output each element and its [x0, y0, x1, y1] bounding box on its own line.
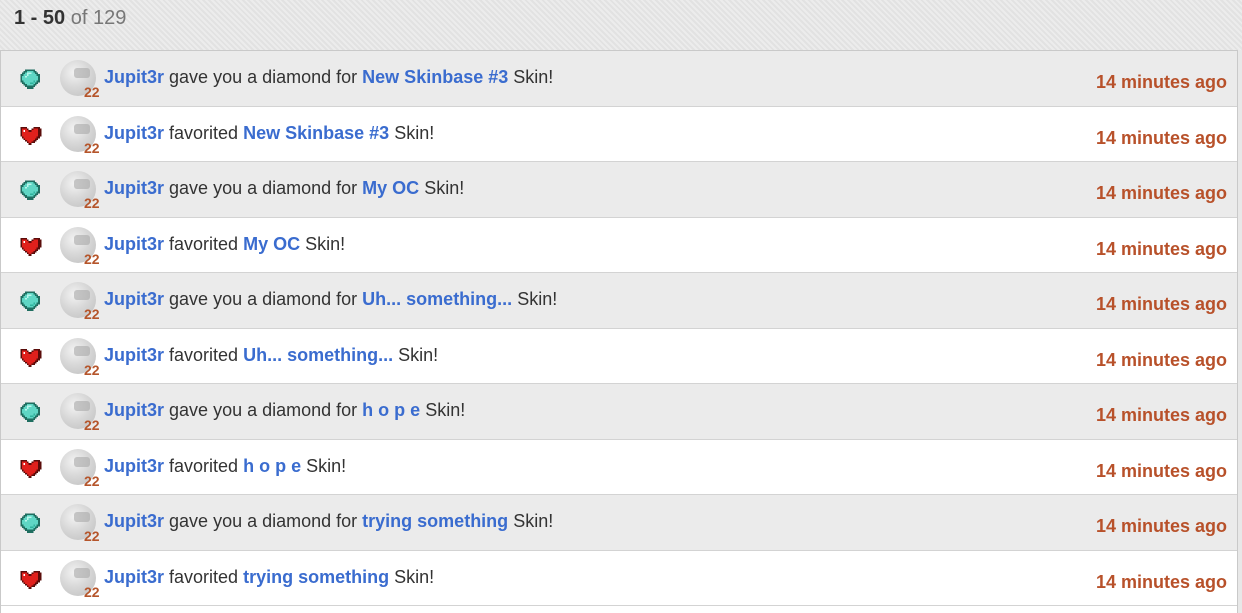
action-text: gave you a diamond for [169, 511, 358, 531]
skin-link[interactable]: New Skinbase #3 [362, 67, 508, 87]
heart-icon [17, 344, 43, 370]
action-text: favorited [169, 122, 239, 143]
diamond-icon [17, 510, 43, 536]
skin-link[interactable]: h o p e [243, 456, 301, 476]
notification-text: Jupit3r favorited trying something Skin! [104, 567, 434, 587]
action-text: gave you a diamond for [169, 67, 358, 87]
notification-row: 22 Jupit3r gave you a diamond for Uh... … [1, 273, 1237, 329]
notification-row: 22 Jupit3r gave you a diamond for h o p … [1, 384, 1237, 440]
suffix-text: Skin! [513, 511, 554, 531]
suffix-text: Skin! [305, 233, 346, 254]
suffix-text: Skin! [424, 178, 465, 198]
notification-text: Jupit3r favorited h o p e Skin! [104, 456, 346, 476]
notification-row: 22 Jupit3r gave you a diamond for trying… [1, 495, 1237, 551]
timestamp: 14 minutes ago [1095, 349, 1227, 370]
user-level-badge: 22 [84, 84, 100, 100]
action-text: gave you a diamond for [169, 178, 358, 198]
notification-text: Jupit3r gave you a diamond for New Skinb… [104, 67, 553, 87]
user-link[interactable]: Jupit3r [104, 511, 164, 531]
notification-text: Jupit3r gave you a diamond for trying so… [104, 511, 553, 531]
skin-link[interactable]: My OC [243, 234, 300, 254]
timestamp: 14 minutes ago [1095, 294, 1227, 314]
user-level-badge: 22 [84, 361, 100, 378]
notification-row: 22 Jupit3r gave you a diamond for My OC … [1, 162, 1237, 218]
skin-link[interactable]: Uh... something... [243, 345, 393, 365]
notification-row: 22 Jupit3r gave you a diamond for New Sk… [1, 51, 1237, 107]
suffix-text: Skin! [306, 455, 347, 476]
suffix-text: Skin! [394, 566, 435, 587]
user-link[interactable]: Jupit3r [104, 345, 164, 365]
action-text: favorited [169, 344, 239, 365]
timestamp: 14 minutes ago [1095, 516, 1227, 536]
user-link[interactable]: Jupit3r [104, 289, 164, 309]
user-link[interactable]: Jupit3r [104, 400, 164, 420]
timestamp: 14 minutes ago [1095, 127, 1227, 148]
diamond-icon [17, 66, 43, 92]
suffix-text: Skin! [513, 67, 554, 87]
suffix-text: Skin! [394, 122, 435, 143]
suffix-text: Skin! [398, 344, 439, 365]
notification-row: 22 Jupit3r favorited New Skinbase #3 Ski… [1, 106, 1237, 162]
skin-link[interactable]: h o p e [362, 400, 420, 420]
heart-icon [17, 233, 43, 259]
user-link[interactable]: Jupit3r [104, 178, 164, 198]
notification-text: Jupit3r gave you a diamond for My OC Ski… [104, 178, 464, 198]
diamond-icon [17, 288, 43, 314]
heart-icon [17, 455, 43, 481]
skin-link[interactable]: New Skinbase #3 [243, 123, 389, 143]
action-text: gave you a diamond for [169, 289, 358, 309]
notification-text: Jupit3r favorited New Skinbase #3 Skin! [104, 123, 434, 143]
user-level-badge: 22 [84, 250, 100, 267]
action-text: favorited [169, 455, 239, 476]
pagination-total: of 129 [70, 7, 127, 29]
suffix-text: Skin! [425, 400, 466, 420]
notification-text: Jupit3r gave you a diamond for h o p e S… [104, 400, 465, 420]
timestamp: 14 minutes ago [1095, 405, 1227, 425]
timestamp: 14 minutes ago [1095, 238, 1227, 259]
notification-text: Jupit3r favorited Uh... something... Ski… [104, 345, 438, 365]
diamond-icon [17, 177, 43, 203]
diamond-icon [17, 399, 43, 425]
notification-row: 22 Jupit3r favorited h o p e Skin! 14 mi… [1, 439, 1237, 495]
suffix-text: Skin! [517, 289, 558, 309]
user-level-badge: 22 [84, 139, 100, 156]
notification-row: 22 Jupit3r favorited Uh... something... … [1, 328, 1237, 384]
heart-icon [17, 122, 43, 148]
user-level-badge: 22 [84, 528, 100, 544]
notification-row: 22 Jupit3r favorited My OC Skin! 14 minu… [1, 217, 1237, 273]
timestamp: 14 minutes ago [1095, 460, 1227, 481]
timestamp: 14 minutes ago [1095, 571, 1227, 592]
user-link[interactable]: Jupit3r [104, 123, 164, 143]
user-level-badge: 22 [84, 583, 100, 600]
user-link[interactable]: Jupit3r [104, 67, 164, 87]
timestamp: 14 minutes ago [1095, 72, 1227, 92]
notification-list: 22 Jupit3r gave you a diamond for New Sk… [0, 50, 1238, 613]
user-level-badge: 22 [84, 306, 100, 322]
timestamp: 14 minutes ago [1095, 183, 1227, 203]
notification-text: Jupit3r favorited My OC Skin! [104, 234, 345, 254]
user-link[interactable]: Jupit3r [104, 456, 164, 476]
user-link[interactable]: Jupit3r [104, 234, 164, 254]
skin-link[interactable]: trying something [362, 511, 508, 531]
action-text: favorited [169, 233, 239, 254]
notification-text: Jupit3r gave you a diamond for Uh... som… [104, 289, 557, 309]
user-level-badge: 22 [84, 472, 100, 489]
user-link[interactable]: Jupit3r [104, 567, 164, 587]
pagination-range: 1 - 50 [14, 7, 66, 29]
skin-link[interactable]: trying something [243, 567, 389, 587]
skin-link[interactable]: Uh... something... [362, 289, 512, 309]
skin-link[interactable]: My OC [362, 178, 419, 198]
pagination-summary: 1 - 50 of 129 [0, 0, 1242, 50]
action-text: favorited [169, 566, 239, 587]
user-level-badge: 22 [84, 417, 100, 433]
user-level-badge: 22 [84, 195, 100, 211]
action-text: gave you a diamond for [169, 400, 358, 420]
heart-icon [17, 566, 43, 592]
notification-row: 22 Jupit3r favorited trying something Sk… [1, 550, 1237, 606]
